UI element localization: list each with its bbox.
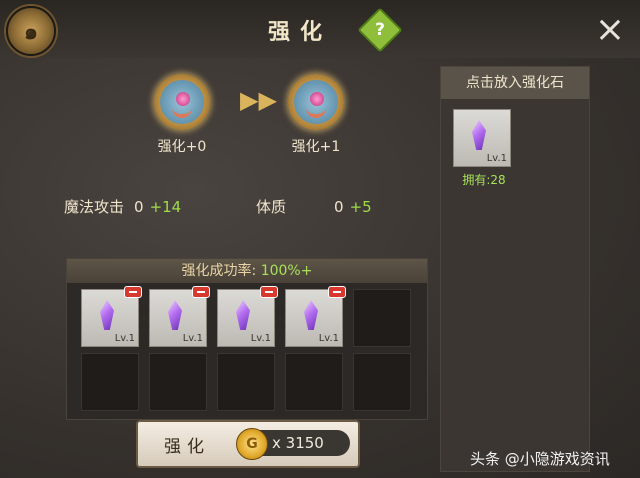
- stat-constitution: 体质 0 +5: [256, 196, 372, 217]
- material-slot-empty[interactable]: [81, 353, 139, 411]
- arrow-right-icon: ▶▶: [240, 86, 277, 114]
- slot-level: Lv.1: [250, 333, 271, 344]
- material-slot-empty[interactable]: [285, 353, 343, 411]
- enhance-button[interactable]: 强化 G x 3150: [136, 420, 360, 468]
- crystal-icon: [472, 120, 486, 150]
- slot-level: Lv.1: [318, 333, 339, 344]
- material-slot-empty[interactable]: [353, 353, 411, 411]
- material-slot-empty[interactable]: [149, 353, 207, 411]
- material-panel: 强化成功率: 100%+ Lv.1 Lv.1 Lv.1 Lv.1: [66, 258, 428, 420]
- success-label: 强化成功率:: [181, 263, 257, 279]
- stat-bonus: +14: [149, 198, 182, 216]
- close-icon: ×: [594, 9, 626, 50]
- owned-count: 拥有:28: [462, 173, 506, 187]
- material-slot[interactable]: Lv.1: [149, 286, 210, 347]
- page-title: 强化: [268, 20, 333, 45]
- material-slot[interactable]: Lv.1: [217, 286, 278, 347]
- help-button[interactable]: ?: [357, 7, 403, 53]
- stat-name: 体质: [256, 198, 287, 216]
- success-rate-bar: 强化成功率: 100%+: [67, 259, 427, 283]
- next-level-label: 强化+1: [291, 139, 341, 155]
- crystal-icon: [168, 300, 182, 330]
- item-level: Lv.1: [486, 153, 507, 164]
- stat-base: 0: [334, 198, 344, 216]
- remove-icon[interactable]: [192, 286, 210, 298]
- remove-icon[interactable]: [124, 286, 142, 298]
- material-slot-empty[interactable]: [217, 353, 275, 411]
- current-level-label: 强化+0: [157, 139, 207, 155]
- stat-base: 0: [134, 198, 144, 216]
- item-emblem-icon: [294, 80, 338, 124]
- material-slot-empty[interactable]: [353, 289, 411, 347]
- current-item-slot[interactable]: [154, 74, 210, 130]
- enhance-stone-panel: 点击放入强化石 Lv.1 拥有:28: [440, 66, 590, 472]
- crystal-icon: [236, 300, 250, 330]
- header: ๑ 强化 ? ×: [0, 0, 640, 58]
- enhance-stone-item[interactable]: Lv.1: [453, 109, 511, 167]
- help-icon: ?: [375, 20, 385, 40]
- slot-level: Lv.1: [182, 333, 203, 344]
- close-button[interactable]: ×: [592, 12, 628, 48]
- next-item-slot[interactable]: [288, 74, 344, 130]
- success-rate: 100%+: [260, 263, 313, 279]
- side-panel-title: 点击放入强化石: [441, 67, 589, 99]
- enhance-button-label: 强化: [164, 437, 210, 457]
- emblem-icon: ๑: [6, 6, 56, 56]
- remove-icon[interactable]: [328, 286, 346, 298]
- watermark: 头条 @小隐游戏资讯: [470, 450, 610, 468]
- item-emblem-icon: [160, 80, 204, 124]
- cost-amount: x 3150: [272, 434, 324, 452]
- stat-name: 魔法攻击: [64, 198, 125, 216]
- stat-bonus: +5: [349, 198, 372, 216]
- stat-magic-attack: 魔法攻击 0 +14: [64, 196, 181, 217]
- material-slot[interactable]: Lv.1: [285, 286, 346, 347]
- crystal-icon: [304, 300, 318, 330]
- slot-level: Lv.1: [114, 333, 135, 344]
- crystal-icon: [100, 300, 114, 330]
- material-slot[interactable]: Lv.1: [81, 286, 142, 347]
- remove-icon[interactable]: [260, 286, 278, 298]
- gold-coin-icon: G: [236, 428, 268, 460]
- cost-display: G x 3150: [236, 428, 350, 460]
